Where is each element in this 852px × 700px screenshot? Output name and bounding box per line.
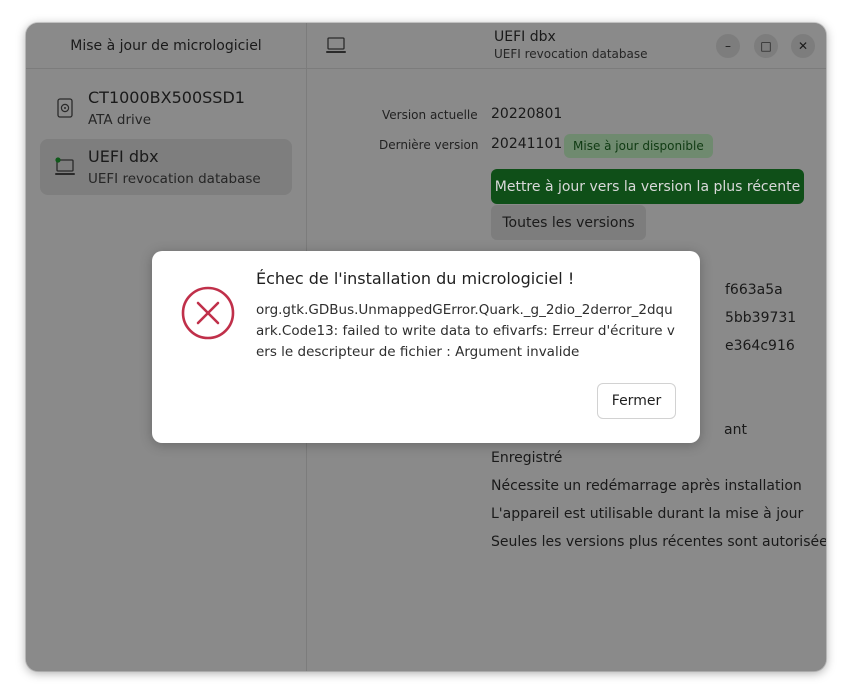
close-icon: ✕ <box>797 39 809 53</box>
error-dialog: Échec de l'installation du micrologiciel… <box>152 251 700 443</box>
error-icon <box>181 286 235 340</box>
update-latest-button[interactable]: Mettre à jour vers la version la plus ré… <box>491 169 804 204</box>
device-item-ct1000bx500ssd1[interactable]: CT1000BX500SSD1 ATA drive <box>40 80 292 136</box>
partial-value: ant <box>724 422 747 438</box>
minimize-button[interactable]: – <box>716 34 740 58</box>
current-version-label: Version actuelle <box>382 108 478 122</box>
flag-only-upgrade: Seules les versions plus récentes sont a… <box>491 534 826 550</box>
minimize-icon: – <box>725 39 731 53</box>
flag-usable-during-update: L'appareil est utilisable durant la mise… <box>491 506 804 522</box>
flag-needs-reboot: Nécessite un redémarrage après installat… <box>491 478 802 494</box>
computer-icon <box>326 37 346 53</box>
close-window-button[interactable]: ✕ <box>791 34 815 58</box>
close-dialog-button[interactable]: Fermer <box>597 383 676 419</box>
device-name: UEFI dbx <box>88 147 159 166</box>
device-item-uefi-dbx[interactable]: UEFI dbx UEFI revocation database <box>40 139 292 195</box>
latest-version-label: Dernière version <box>379 138 479 152</box>
maximize-button[interactable]: □ <box>754 34 778 58</box>
partial-value: e364c916 <box>725 338 795 354</box>
device-subtitle: ATA drive <box>88 112 152 128</box>
header-bar: UEFI dbx UEFI revocation database – □ ✕ <box>307 23 826 69</box>
update-available-badge: Mise à jour disponible <box>564 134 713 158</box>
dialog-message: org.gtk.GDBus.UnmappedGError.Quark._g_2d… <box>256 302 675 360</box>
drive-icon <box>57 98 73 118</box>
sidebar-header: Mise à jour de micrologiciel <box>26 23 306 69</box>
latest-version-value: 20241101 <box>491 136 563 152</box>
maximize-icon: □ <box>760 39 772 53</box>
header-subtitle: UEFI revocation database <box>494 47 648 61</box>
device-name: CT1000BX500SSD1 <box>88 88 245 107</box>
sidebar-title: Mise à jour de micrologiciel <box>70 37 262 54</box>
device-subtitle: UEFI revocation database <box>88 171 261 187</box>
dialog-title: Échec de l'installation du micrologiciel… <box>256 269 575 288</box>
computer-icon <box>55 157 75 175</box>
flag-registered: Enregistré <box>491 450 563 466</box>
partial-value: 5bb39731 <box>725 310 797 326</box>
all-versions-button[interactable]: Toutes les versions <box>491 205 646 240</box>
header-title: UEFI dbx <box>494 29 556 45</box>
partial-value: f663a5a <box>725 282 783 298</box>
current-version-value: 20220801 <box>491 106 563 122</box>
